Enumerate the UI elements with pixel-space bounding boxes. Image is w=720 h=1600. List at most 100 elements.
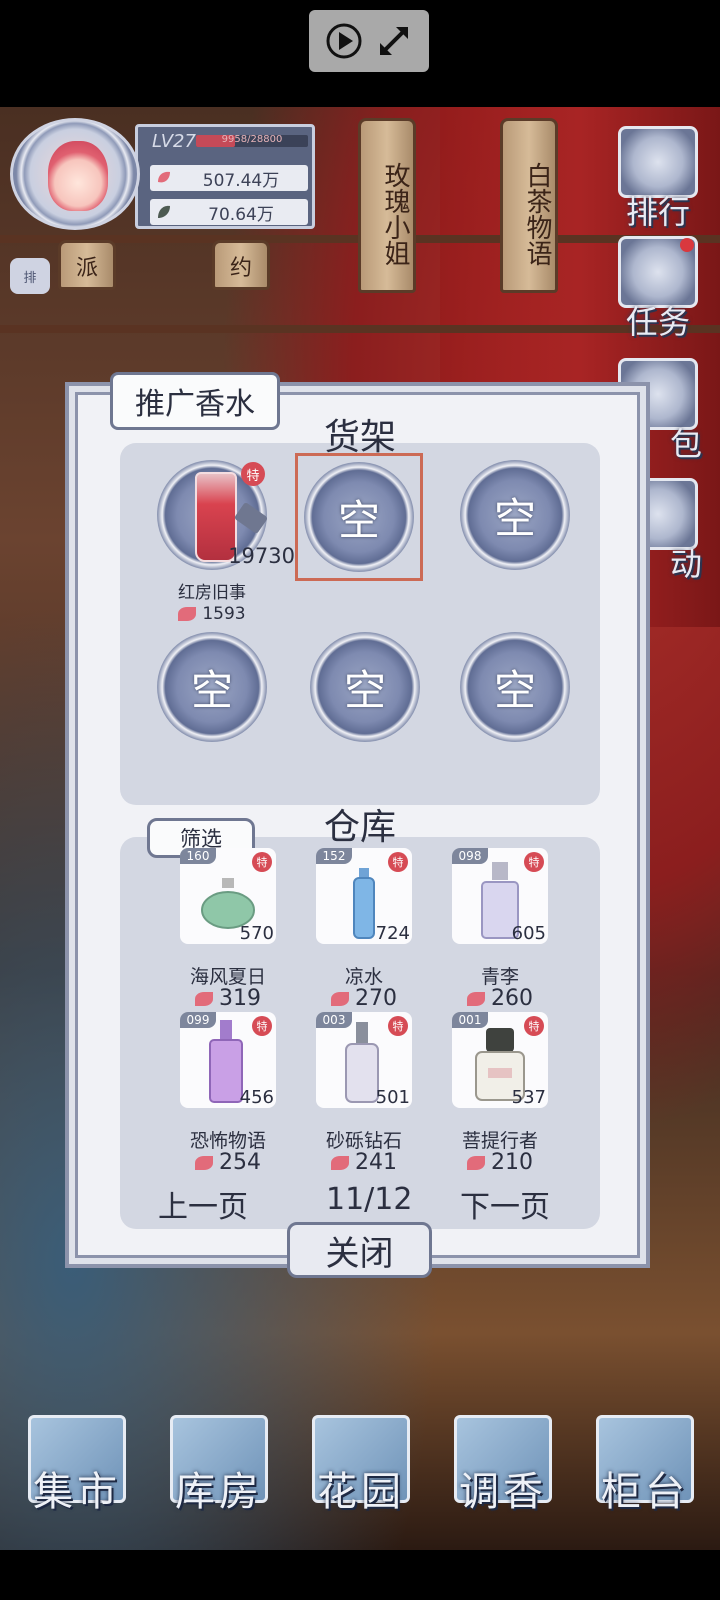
player-stats-panel: LV27 9958/28800 507.44万 70.64万: [135, 124, 315, 229]
item-name: 青李: [480, 966, 519, 988]
rank-badge[interactable]: 排: [10, 258, 50, 294]
nav-perfume-mixing[interactable]: 调香: [444, 1405, 562, 1523]
avatar[interactable]: [10, 118, 140, 230]
special-badge: 特: [252, 852, 272, 872]
item-price-value: 254: [219, 1150, 261, 1175]
shelf-slot-5[interactable]: 空: [310, 632, 420, 742]
leaf-amount: 70.64万: [208, 204, 274, 225]
slot-stock-count: 19730: [228, 544, 295, 568]
hanging-tag: 白茶物语: [500, 118, 558, 293]
prev-page-button[interactable]: 上一页: [158, 1182, 248, 1226]
item-price-value: 270: [355, 986, 397, 1011]
side-button-label: 任务: [625, 303, 690, 341]
expand-icon[interactable]: [374, 21, 414, 61]
player-card[interactable]: LV27 9958/28800 507.44万 70.64万: [10, 118, 315, 230]
leaf-currency: 70.64万: [150, 199, 308, 225]
hanging-tag: 玫瑰小姐: [358, 118, 416, 293]
side-button-ranking[interactable]: 排行: [608, 118, 708, 233]
bottom-navigation: 集市 库房 花园 调香 柜台: [0, 1405, 720, 1525]
nav-label: 集市: [33, 1469, 121, 1515]
petal-icon: [331, 1156, 349, 1170]
storage-item-card[interactable]: 001 特 537: [452, 1012, 548, 1108]
close-button[interactable]: 关闭: [287, 1222, 432, 1278]
xp-text: 9958/28800: [221, 134, 283, 145]
nav-warehouse[interactable]: 库房: [160, 1405, 278, 1523]
item-price: 241: [294, 1150, 434, 1175]
nav-label: 花园: [317, 1469, 405, 1515]
storage-item-card[interactable]: 003 特 501: [316, 1012, 412, 1108]
item-name: 凉水: [344, 966, 383, 988]
item-price-value: 260: [491, 986, 533, 1011]
item-price: 319: [158, 986, 298, 1011]
xp-bar: 9958/28800: [196, 134, 308, 147]
nav-label: 调香: [459, 1469, 547, 1515]
item-number: 001: [452, 1012, 488, 1028]
special-badge: 特: [524, 852, 544, 872]
empty-slot-label: 空: [493, 665, 536, 715]
item-price: 210: [430, 1150, 570, 1175]
storage-heading: 仓库: [323, 807, 396, 848]
nav-garden[interactable]: 花园: [302, 1405, 420, 1523]
empty-slot-label: 空: [190, 665, 233, 715]
item-name: 砂砾钻石: [325, 1130, 402, 1152]
item-name: 菩提行者: [461, 1130, 538, 1152]
shelf-slot-6[interactable]: 空: [460, 632, 570, 742]
shelf-slot-3[interactable]: 空: [460, 460, 570, 570]
notification-dot: [680, 238, 694, 252]
shelf-slot-1[interactable]: 特 19730 红房旧事 1593: [157, 460, 295, 624]
petal-icon: [178, 607, 197, 621]
hanging-tag: 派: [58, 240, 116, 290]
storage-item-card[interactable]: 098 特 605: [452, 848, 548, 944]
side-button-label: 排行: [625, 193, 690, 231]
hanging-tag: 约: [212, 240, 270, 290]
side-button-tasks[interactable]: 任务: [608, 228, 708, 343]
shelf-slot-4[interactable]: 空: [157, 632, 267, 742]
avatar-portrait: [48, 141, 108, 211]
next-page-button[interactable]: 下一页: [460, 1182, 550, 1226]
player-level: LV27: [152, 131, 196, 152]
item-quantity: 605: [511, 923, 546, 944]
item-quantity: 570: [239, 923, 274, 944]
item-quantity: 456: [239, 1087, 274, 1108]
item-quantity: 501: [375, 1087, 410, 1108]
petal-icon: [195, 1156, 213, 1170]
special-badge: 特: [241, 462, 265, 486]
petal-amount: 507.44万: [202, 170, 280, 191]
empty-slot-label: 空: [337, 495, 380, 545]
item-price: 254: [158, 1150, 298, 1175]
special-badge: 特: [388, 1016, 408, 1036]
item-quantity: 724: [375, 923, 410, 944]
petal-icon: [467, 992, 485, 1006]
petal-icon: [331, 992, 349, 1006]
nav-label: 库房: [175, 1469, 263, 1515]
item-price-value: 241: [355, 1150, 397, 1175]
petal-icon: [467, 1156, 485, 1170]
media-controls: [309, 10, 429, 72]
nav-market[interactable]: 集市: [18, 1405, 136, 1523]
item-number: 152: [316, 848, 352, 864]
storage-item-card[interactable]: 152 特 724: [316, 848, 412, 944]
slot-price: 1593: [157, 604, 267, 624]
shelf-slot-2[interactable]: 空: [295, 453, 423, 581]
special-badge: 特: [388, 852, 408, 872]
game-screen: { "player": { "level": "LV27", "xp_text"…: [0, 0, 720, 1600]
nav-counter[interactable]: 柜台: [586, 1405, 704, 1523]
item-number: 160: [180, 848, 216, 864]
storage-item-card[interactable]: 099 特 456: [180, 1012, 276, 1108]
item-price: 270: [294, 986, 434, 1011]
leaf-icon: [158, 205, 170, 218]
nav-label: 柜台: [601, 1469, 689, 1515]
item-name: 海风夏日: [189, 966, 266, 988]
item-price: 260: [430, 986, 570, 1011]
petal-currency: 507.44万: [150, 165, 308, 191]
petal-icon: [158, 171, 170, 183]
storage-item-card[interactable]: 160 特 570: [180, 848, 276, 944]
play-icon[interactable]: [324, 21, 364, 61]
slot-perfume-name: 红房旧事: [178, 583, 246, 603]
item-price-value: 210: [491, 1150, 533, 1175]
shelf-heading: 货架: [323, 417, 396, 458]
empty-slot-label: 空: [493, 493, 536, 543]
empty-slot-label: 空: [343, 665, 386, 715]
item-quantity: 537: [511, 1087, 546, 1108]
slot-price-value: 1593: [202, 604, 246, 624]
